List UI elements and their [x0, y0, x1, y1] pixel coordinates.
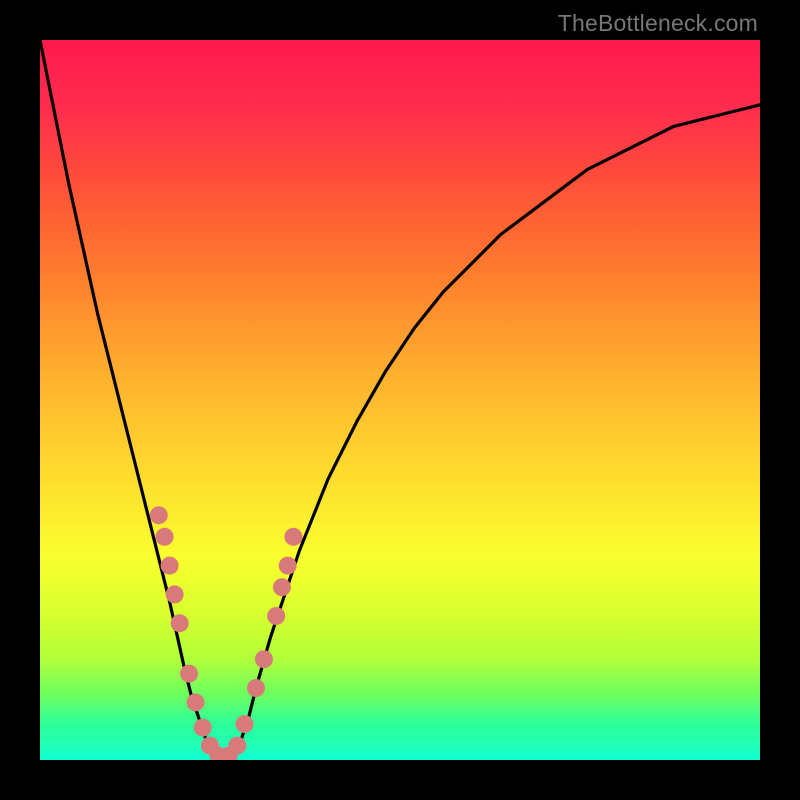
- curve-marker: [267, 607, 285, 625]
- curve-marker: [284, 528, 302, 546]
- curve-marker: [194, 719, 212, 737]
- curve-marker: [166, 585, 184, 603]
- curve-marker: [247, 679, 265, 697]
- curve-marker: [161, 557, 179, 575]
- curve-marker: [235, 715, 253, 733]
- watermark-text: TheBottleneck.com: [558, 10, 758, 37]
- curve-marker: [150, 506, 168, 524]
- chart-overlay: [40, 40, 760, 760]
- curve-marker: [171, 614, 189, 632]
- curve-marker: [156, 528, 174, 546]
- curve-marker: [279, 557, 297, 575]
- curve-marker: [228, 737, 246, 755]
- curve-markers: [150, 506, 303, 760]
- curve-marker: [255, 650, 273, 668]
- curve-marker: [273, 578, 291, 596]
- curve-marker: [180, 665, 198, 683]
- chart-frame: TheBottleneck.com: [0, 0, 800, 800]
- bottleneck-curve: [40, 40, 760, 760]
- plot-area: [40, 40, 760, 760]
- curve-marker: [187, 693, 205, 711]
